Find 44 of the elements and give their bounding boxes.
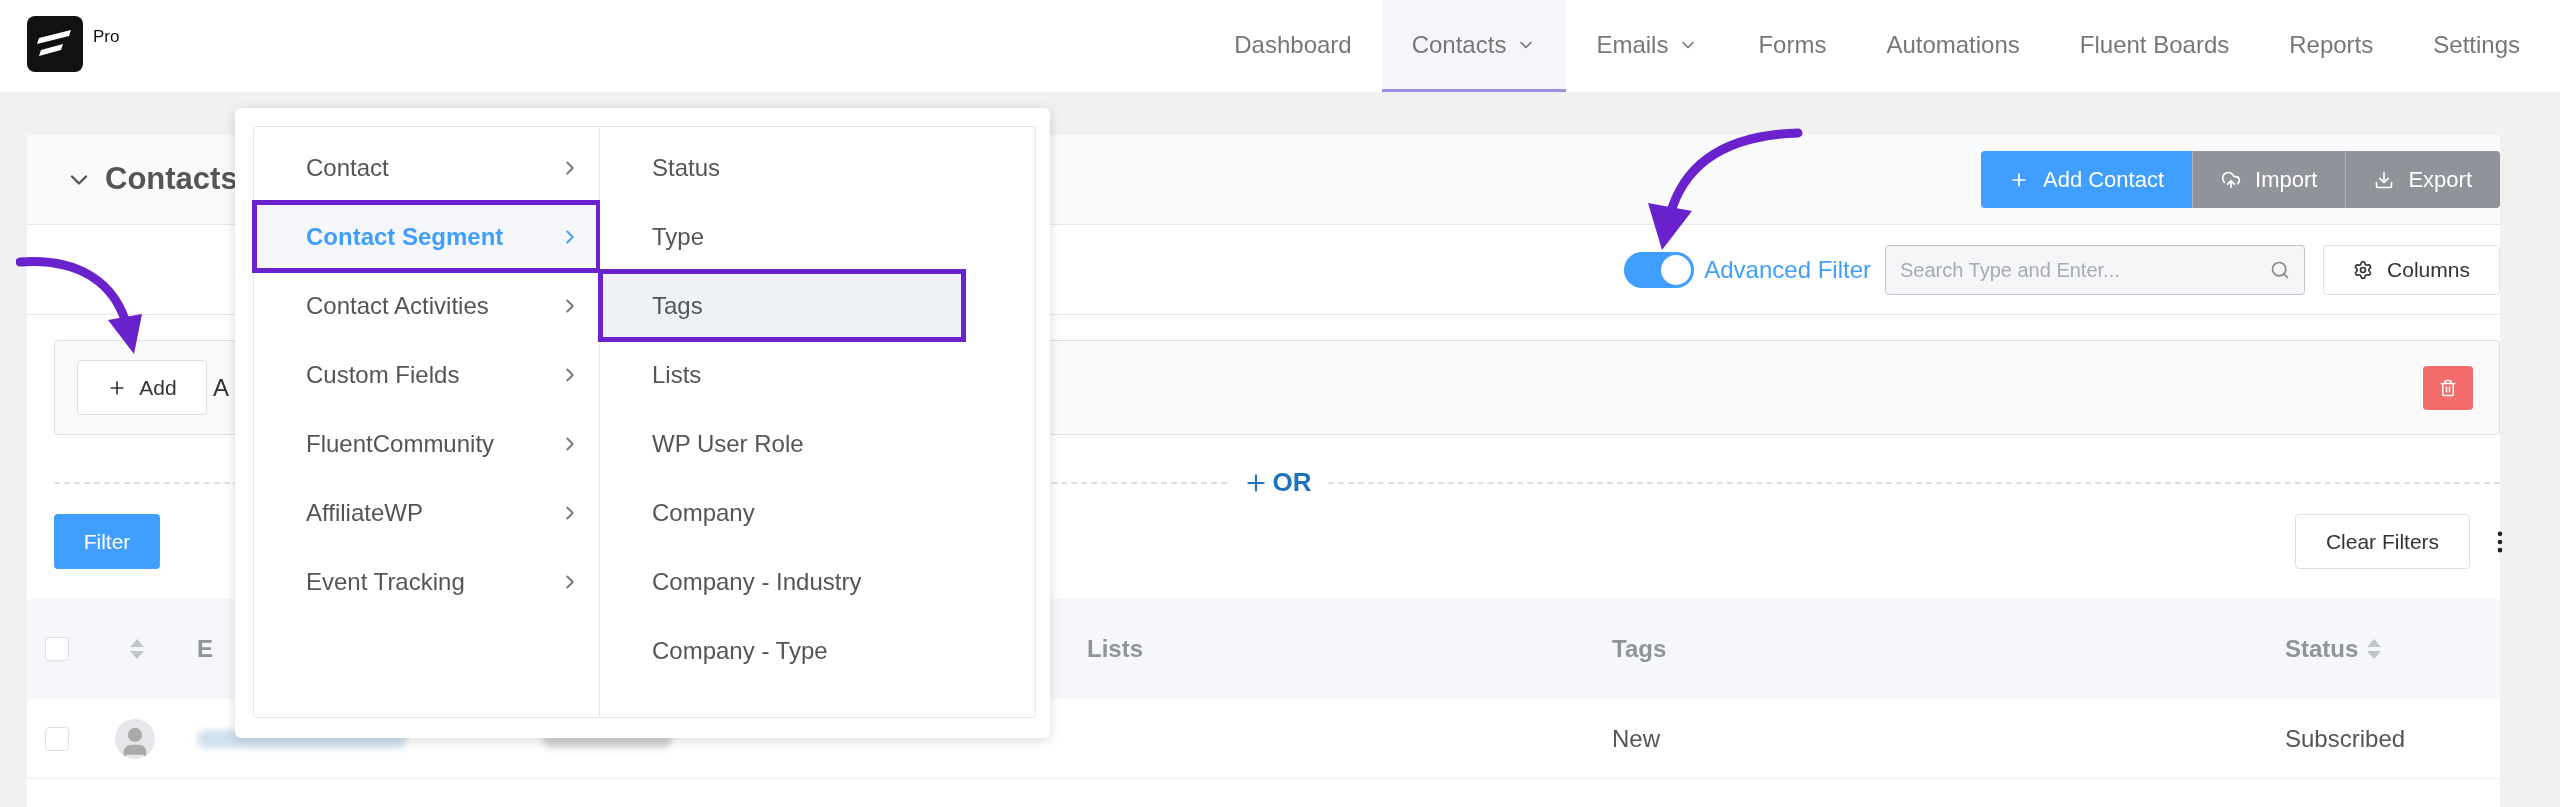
avatar bbox=[115, 718, 155, 759]
column-header: E bbox=[197, 634, 213, 664]
logo-icon[interactable] bbox=[27, 16, 83, 72]
nav-link[interactable]: Dashboard bbox=[1204, 0, 1382, 92]
nav-link[interactable]: Settings bbox=[2403, 0, 2550, 92]
sort-icon[interactable] bbox=[129, 638, 145, 660]
table-cell-text: New bbox=[1612, 723, 1661, 754]
pro-label: Pro bbox=[93, 26, 120, 48]
checkbox[interactable] bbox=[45, 637, 69, 661]
page-title: Contacts bbox=[105, 160, 238, 199]
delete-button[interactable] bbox=[2423, 365, 2473, 410]
column-header: Tags bbox=[1612, 634, 1667, 664]
column-header: Lists bbox=[1087, 634, 1143, 664]
category-item[interactable]: Contact bbox=[254, 133, 599, 202]
advanced-filter-label: Advanced Filter bbox=[1704, 254, 1871, 285]
category-item[interactable]: AffiliateWP bbox=[254, 478, 599, 547]
trash-icon bbox=[2439, 378, 2457, 397]
checkbox[interactable] bbox=[45, 726, 69, 751]
nav-link[interactable]: Emails bbox=[1566, 0, 1729, 92]
nav-link[interactable]: Automations bbox=[1856, 0, 2050, 92]
search-field[interactable]: Search Type and Enter... bbox=[1885, 244, 2305, 295]
table-cell-text: Subscribed bbox=[2285, 723, 2406, 754]
advanced-filter-toggle[interactable] bbox=[1624, 251, 1695, 288]
category-item[interactable]: Event Tracking bbox=[254, 547, 599, 616]
clear-filters-button[interactable]: Clear Filters bbox=[2295, 514, 2470, 569]
category-item[interactable]: FluentCommunity bbox=[254, 409, 599, 478]
nav-link[interactable]: Fluent Boards bbox=[2049, 0, 2260, 92]
nav-link[interactable]: Reports bbox=[2259, 0, 2404, 92]
add-button[interactable]: Add bbox=[77, 360, 207, 415]
filter-label: A bbox=[213, 372, 229, 403]
cloud-upload-icon bbox=[2221, 169, 2242, 190]
nav-link[interactable]: Contacts bbox=[1381, 0, 1567, 92]
option-item[interactable]: Tags bbox=[600, 271, 964, 340]
category-item[interactable]: Custom Fields bbox=[254, 340, 599, 409]
or-button[interactable]: OR bbox=[1226, 463, 1328, 502]
nav-link[interactable]: Forms bbox=[1728, 0, 1857, 92]
sort-icon[interactable] bbox=[2366, 638, 2383, 660]
category-item[interactable]: Contact Activities bbox=[254, 271, 599, 340]
search-icon bbox=[2270, 259, 2290, 280]
search-input[interactable]: Search Type and Enter... bbox=[1900, 254, 2262, 285]
column-header: Status bbox=[2285, 634, 2359, 664]
settings-icon bbox=[2353, 259, 2374, 280]
download-icon bbox=[2374, 169, 2395, 190]
columns-button[interactable]: Columns bbox=[2323, 244, 2500, 295]
